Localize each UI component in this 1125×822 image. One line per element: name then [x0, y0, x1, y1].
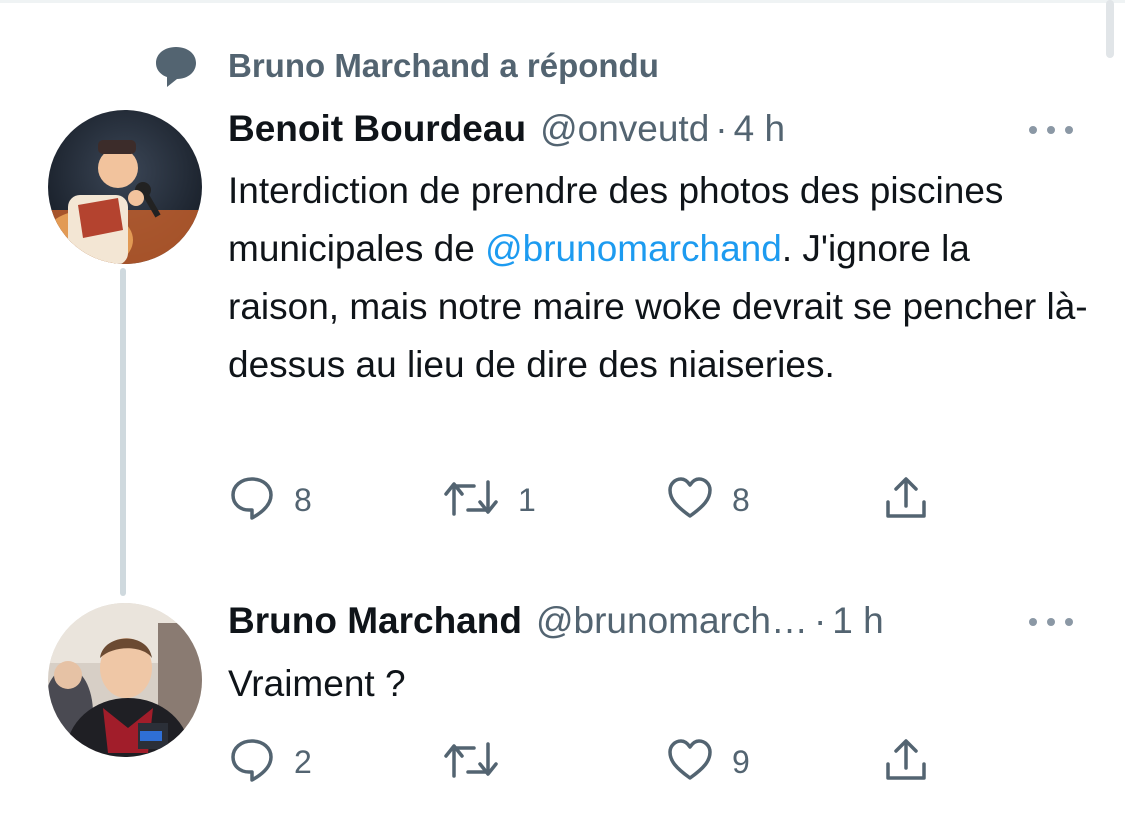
tweet-text: Vraiment ?: [228, 663, 406, 704]
more-options-icon[interactable]: [1029, 122, 1073, 138]
retweet-button[interactable]: 1: [442, 475, 536, 525]
thread-line: [120, 268, 126, 596]
reply-count: 2: [294, 743, 312, 780]
context-label: Bruno Marchand a répondu: [228, 47, 659, 84]
more-options-icon[interactable]: [1029, 614, 1073, 630]
separator-dot: ·: [715, 108, 728, 149]
retweet-icon: [442, 736, 500, 789]
share-button[interactable]: [882, 475, 930, 525]
tweet-header: Bruno Marchand @brunomarch… · 1 h: [228, 600, 884, 642]
timestamp[interactable]: 4 h: [734, 108, 785, 150]
like-count: 9: [732, 743, 750, 780]
retweet-icon: [442, 474, 500, 527]
avatar[interactable]: [48, 603, 202, 757]
share-icon: [882, 474, 930, 527]
tweet-header: Benoit Bourdeau @onveutd · 4 h: [228, 108, 785, 150]
reply-button[interactable]: 2: [228, 737, 312, 787]
tweet-actions: 2 9: [228, 737, 948, 787]
author-handle[interactable]: @onveutd: [540, 108, 709, 150]
reply-count: 8: [294, 481, 312, 518]
author-name[interactable]: Benoit Bourdeau: [228, 108, 526, 150]
author-handle[interactable]: @brunomarch…: [536, 600, 808, 642]
top-divider: [0, 0, 1125, 3]
scrollbar[interactable]: [1106, 0, 1114, 58]
heart-icon: [666, 474, 714, 527]
share-icon: [882, 736, 930, 789]
speech-bubble-icon: [150, 40, 202, 92]
retweet-count: 1: [518, 481, 536, 518]
mention-link[interactable]: @brunomarchand: [485, 228, 782, 269]
tweet-text: Interdiction de prendre des photos des p…: [228, 162, 1088, 394]
reply-icon: [228, 736, 276, 789]
share-button[interactable]: [882, 737, 930, 787]
reply-button[interactable]: 8: [228, 475, 312, 525]
heart-icon: [666, 736, 714, 789]
avatar[interactable]: [48, 110, 202, 264]
social-context: Bruno Marchand a répondu: [150, 40, 659, 92]
like-button[interactable]: 8: [666, 475, 750, 525]
reply-icon: [228, 474, 276, 527]
like-count: 8: [732, 481, 750, 518]
retweet-button[interactable]: [442, 737, 518, 787]
author-name[interactable]: Bruno Marchand: [228, 600, 522, 642]
tweet-actions: 8 1 8: [228, 475, 948, 525]
separator-dot: ·: [813, 600, 827, 641]
timestamp[interactable]: 1 h: [832, 600, 883, 642]
like-button[interactable]: 9: [666, 737, 750, 787]
